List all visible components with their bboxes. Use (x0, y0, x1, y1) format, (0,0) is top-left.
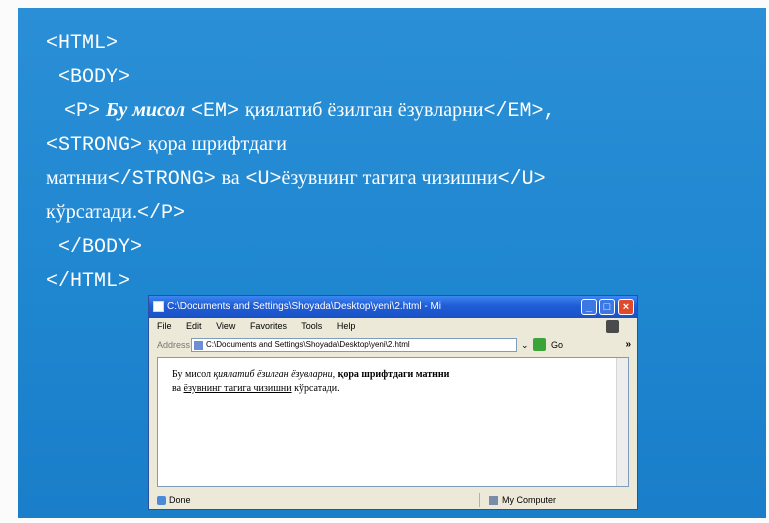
code-line-body-close: </BODY> (46, 230, 761, 264)
menu-help[interactable]: Help (337, 321, 356, 331)
code-text: </BODY> (58, 236, 143, 259)
menu-tools[interactable]: Tools (301, 321, 322, 331)
code-text: матнни (46, 167, 108, 189)
window-title: C:\Documents and Settings\Shoyada\Deskto… (167, 301, 442, 312)
code-text: кўрсатади. (46, 201, 137, 223)
title-bar[interactable]: C:\Documents and Settings\Shoyada\Deskto… (149, 296, 637, 318)
code-text: қора шрифтдаги (147, 133, 287, 155)
status-divider (479, 493, 480, 507)
menu-file[interactable]: File (157, 321, 172, 331)
vertical-scrollbar[interactable] (616, 358, 628, 486)
address-label: Address (157, 340, 191, 350)
content-text: кўрсатади. (294, 383, 340, 394)
code-text: қиялатиб ёзилган ёзувларни (244, 99, 484, 121)
menu-bar: File Edit View Favorites Tools Help (149, 318, 637, 335)
page-content: Бу мисол қиялатиб ёзилган ёзувларни, қор… (157, 357, 629, 487)
go-arrow-icon[interactable] (533, 338, 546, 351)
code-text: ва (221, 167, 240, 189)
code-text: </HTML> (46, 270, 131, 293)
code-tag: </P> (136, 202, 185, 225)
computer-icon (489, 496, 498, 505)
code-tag: <STRONG> (46, 134, 143, 157)
address-input[interactable]: C:\Documents and Settings\Shoyada\Deskto… (191, 338, 517, 352)
close-button[interactable]: × (618, 299, 634, 315)
code-line-strong: <STRONG> қора шрифтдаги (46, 128, 761, 162)
code-line-body-open: <BODY> (46, 60, 761, 94)
code-tag: <U> (245, 168, 282, 191)
menu-view[interactable]: View (216, 321, 235, 331)
browser-icon (153, 301, 164, 312)
code-text: <BODY> (58, 66, 131, 89)
page-icon (194, 341, 203, 350)
code-line-html-open: <HTML> (46, 26, 761, 60)
menu-favorites[interactable]: Favorites (250, 321, 287, 331)
address-value: C:\Documents and Settings\Shoyada\Deskto… (206, 340, 410, 349)
code-tag: </U> (497, 168, 546, 191)
content-text: ва (172, 383, 182, 394)
code-tag: </EM>, (483, 100, 556, 123)
code-text: <HTML> (46, 32, 119, 55)
toolbar-overflow-icon[interactable]: » (625, 335, 631, 355)
code-line-html-close: </HTML> (46, 264, 761, 298)
html-code-listing: <HTML> <BODY> <P> Бу мисол <EM> қиялатиб… (46, 26, 761, 298)
chevron-down-icon[interactable]: ⌄ (521, 338, 529, 352)
italic-text: қиялатиб ёзилган ёзувларни, (213, 369, 336, 380)
maximize-button[interactable]: □ (599, 299, 615, 315)
code-line-paragraph: <P> Бу мисол <EM> қиялатиб ёзилган ёзувл… (46, 94, 761, 128)
code-tag: </STRONG> (107, 168, 216, 191)
go-button[interactable]: Go (551, 335, 563, 355)
windows-logo-icon (606, 320, 619, 333)
page: <HTML> <BODY> <P> Бу мисол <EM> қиялатиб… (0, 0, 769, 523)
status-text: Done (169, 495, 191, 505)
code-line-paragraph-close: кўрсатади.</P> (46, 196, 761, 230)
code-text: Бу мисол (105, 99, 186, 121)
code-line-underline: матнни</STRONG> ва <U>ёзувнинг тагига чи… (46, 162, 761, 196)
address-bar: Address C:\Documents and Settings\Shoyad… (149, 335, 637, 355)
minimize-button[interactable]: _ (581, 299, 597, 315)
code-text: ёзувнинг тагига чизишни (281, 167, 498, 189)
zone-text: My Computer (502, 495, 557, 505)
code-tag: <P> (64, 100, 101, 123)
code-tag: <EM> (191, 100, 240, 123)
blue-panel: <HTML> <BODY> <P> Бу мисол <EM> қиялатиб… (18, 8, 766, 518)
done-icon (157, 496, 166, 505)
menu-edit[interactable]: Edit (186, 321, 202, 331)
content-text: Бу мисол (172, 369, 211, 380)
underlined-text: ёзувнинг тагига чизишни (183, 383, 292, 394)
bold-text: қора шрифтдаги матнни (337, 369, 450, 380)
browser-window: C:\Documents and Settings\Shoyada\Deskto… (148, 295, 638, 510)
status-bar: Done My Computer (149, 490, 637, 510)
